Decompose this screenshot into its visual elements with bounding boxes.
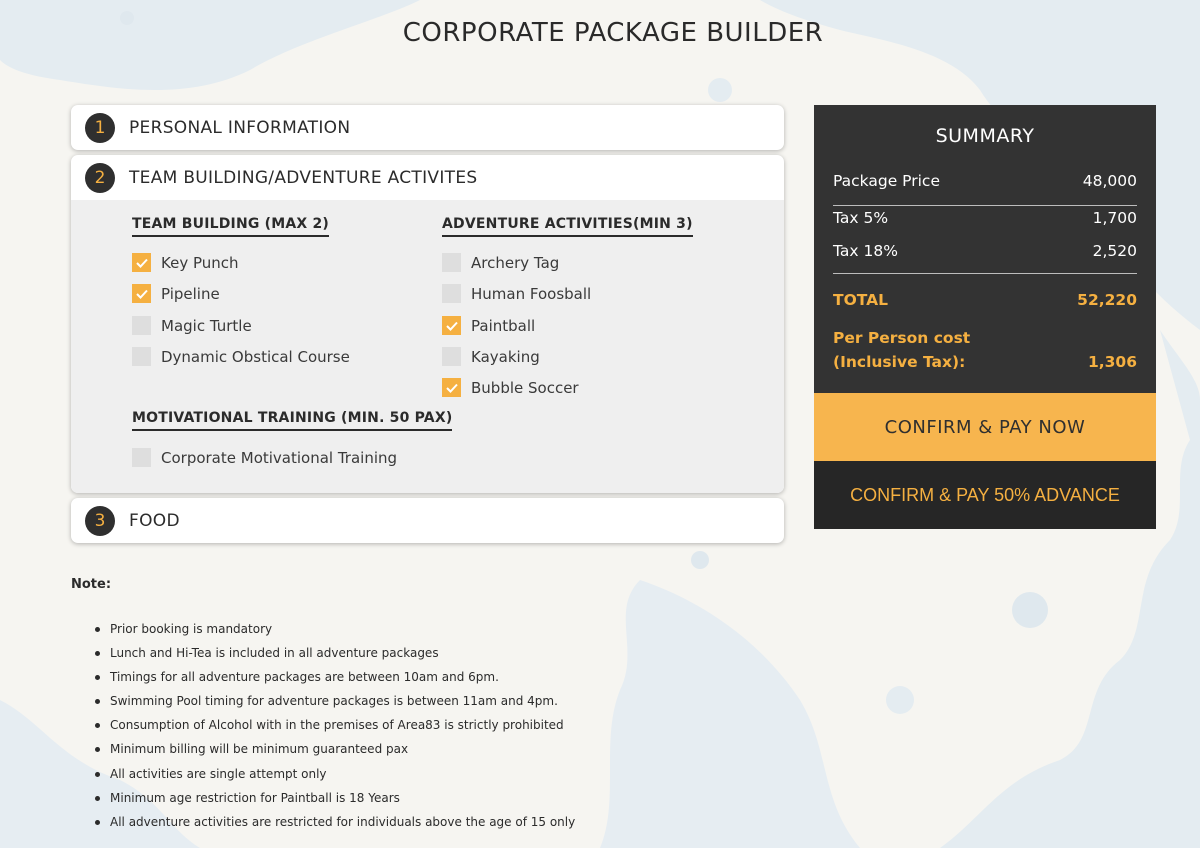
- note-list: Prior booking is mandatory Lunch and Hi-…: [95, 620, 575, 837]
- activities-panel: TEAM BUILDING (MAX 2) ADVENTURE ACTIVITI…: [71, 200, 784, 493]
- checkbox-label: Key Punch: [161, 254, 239, 272]
- summary-panel: SUMMARY Package Price 48,000 Tax 5% 1,70…: [814, 105, 1156, 529]
- total-row: TOTAL 52,220: [833, 291, 1137, 309]
- checkbox-magic-turtle[interactable]: Magic Turtle: [132, 316, 252, 335]
- motivational-group-title: MOTIVATIONAL TRAINING (MIN. 50 PAX): [132, 410, 452, 431]
- step-header-food[interactable]: 3 FOOD: [71, 498, 784, 543]
- note-item: Minimum billing will be minimum guarante…: [95, 740, 575, 764]
- per-person-label-line1: Per Person cost: [833, 329, 970, 347]
- checkbox-label: Human Foosball: [471, 285, 591, 303]
- checkbox-box[interactable]: [132, 253, 151, 272]
- checkbox-box[interactable]: [442, 316, 461, 335]
- checkbox-label: Kayaking: [471, 348, 540, 366]
- step-header-activities[interactable]: 2 TEAM BUILDING/ADVENTURE ACTIVITES: [71, 155, 784, 200]
- package-price-value: 48,000: [1083, 172, 1137, 190]
- per-person-value: 1,306: [1088, 350, 1137, 374]
- checkbox-label: Dynamic Obstical Course: [161, 348, 350, 366]
- package-accordion: 1 PERSONAL INFORMATION 2 TEAM BUILDING/A…: [71, 105, 784, 548]
- checkbox-box[interactable]: [132, 316, 151, 335]
- checkbox-box[interactable]: [442, 347, 461, 366]
- note-item: Minimum age restriction for Paintball is…: [95, 789, 575, 813]
- checkbox-label: Corporate Motivational Training: [161, 449, 397, 467]
- checkbox-human-foosball[interactable]: Human Foosball: [442, 284, 591, 303]
- tax18-value: 2,520: [1093, 242, 1137, 260]
- summary-divider: [833, 205, 1137, 206]
- total-value: 52,220: [1077, 291, 1137, 309]
- step-number-badge: 2: [85, 163, 115, 193]
- checkbox-box[interactable]: [442, 253, 461, 272]
- summary-divider: [833, 273, 1137, 274]
- checkbox-kayaking[interactable]: Kayaking: [442, 347, 540, 366]
- adventure-group-title: ADVENTURE ACTIVITIES(MIN 3): [442, 216, 693, 237]
- tax18-row: Tax 18% 2,520: [833, 242, 1137, 260]
- note-item: Timings for all adventure packages are b…: [95, 668, 575, 692]
- tax18-label: Tax 18%: [833, 242, 898, 260]
- checkbox-corporate-motivational-training[interactable]: Corporate Motivational Training: [132, 448, 397, 467]
- checkbox-box[interactable]: [132, 448, 151, 467]
- step-title: FOOD: [129, 511, 180, 531]
- tax5-value: 1,700: [1093, 209, 1137, 227]
- team-building-group-title: TEAM BUILDING (MAX 2): [132, 216, 329, 237]
- checkbox-dynamic-obstical-course[interactable]: Dynamic Obstical Course: [132, 347, 350, 366]
- confirm-pay-now-button[interactable]: CONFIRM & PAY NOW: [814, 393, 1156, 461]
- checkbox-box[interactable]: [132, 347, 151, 366]
- step-activities: 2 TEAM BUILDING/ADVENTURE ACTIVITES TEAM…: [71, 155, 784, 493]
- step-personal-information: 1 PERSONAL INFORMATION: [71, 105, 784, 150]
- note-item: Prior booking is mandatory: [95, 620, 575, 644]
- checkbox-label: Pipeline: [161, 285, 220, 303]
- per-person-label: Per Person cost (Inclusive Tax):: [833, 326, 970, 374]
- checkbox-label: Bubble Soccer: [471, 379, 579, 397]
- per-person-row: Per Person cost (Inclusive Tax): 1,306: [833, 326, 1137, 374]
- step-header-personal-information[interactable]: 1 PERSONAL INFORMATION: [71, 105, 784, 150]
- tax5-row: Tax 5% 1,700: [833, 209, 1137, 227]
- checkbox-box[interactable]: [442, 284, 461, 303]
- checkbox-pipeline[interactable]: Pipeline: [132, 284, 220, 303]
- checkbox-paintball[interactable]: Paintball: [442, 316, 535, 335]
- note-item: Lunch and Hi-Tea is included in all adve…: [95, 644, 575, 668]
- checkbox-bubble-soccer[interactable]: Bubble Soccer: [442, 378, 579, 397]
- checkbox-box[interactable]: [132, 284, 151, 303]
- total-label: TOTAL: [833, 291, 888, 309]
- step-food: 3 FOOD: [71, 498, 784, 543]
- per-person-label-line2: (Inclusive Tax):: [833, 353, 965, 371]
- checkbox-key-punch[interactable]: Key Punch: [132, 253, 239, 272]
- checkbox-label: Archery Tag: [471, 254, 559, 272]
- package-price-label: Package Price: [833, 172, 940, 190]
- note-item: Consumption of Alcohol with in the premi…: [95, 716, 575, 740]
- tax5-label: Tax 5%: [833, 209, 888, 227]
- package-price-row: Package Price 48,000: [833, 172, 1137, 190]
- checkbox-archery-tag[interactable]: Archery Tag: [442, 253, 559, 272]
- page-title: CORPORATE PACKAGE BUILDER: [0, 18, 1200, 48]
- checkbox-label: Paintball: [471, 317, 535, 335]
- checkbox-box[interactable]: [442, 378, 461, 397]
- step-title: PERSONAL INFORMATION: [129, 118, 350, 138]
- note-item: All activities are single attempt only: [95, 765, 575, 789]
- note-item: All adventure activities are restricted …: [95, 813, 575, 837]
- note-title: Note:: [71, 577, 111, 592]
- step-title: TEAM BUILDING/ADVENTURE ACTIVITES: [129, 168, 478, 188]
- step-number-badge: 3: [85, 506, 115, 536]
- step-number-badge: 1: [85, 113, 115, 143]
- confirm-pay-advance-button[interactable]: CONFIRM & PAY 50% ADVANCE: [814, 461, 1156, 529]
- summary-title: SUMMARY: [814, 125, 1156, 147]
- checkbox-label: Magic Turtle: [161, 317, 252, 335]
- note-item: Swimming Pool timing for adventure packa…: [95, 692, 575, 716]
